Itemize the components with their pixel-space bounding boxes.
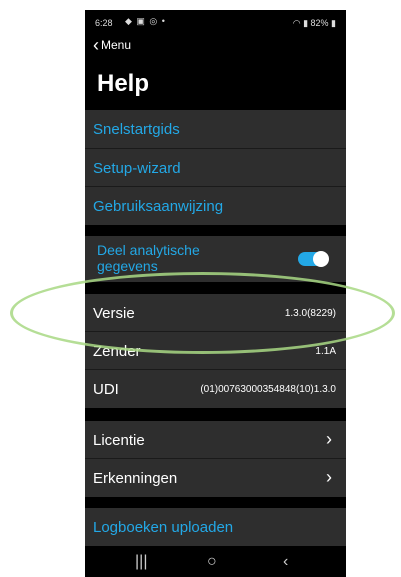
back-button[interactable]: ‹ Menu xyxy=(93,35,132,55)
analytics-toggle[interactable] xyxy=(298,251,329,267)
highlight-ellipse xyxy=(10,272,395,354)
transmitter-value: 1.1A xyxy=(315,346,336,357)
back-label: Menu xyxy=(101,38,132,52)
acknowledgements-label: Erkenningen xyxy=(93,470,178,487)
chevron-right-icon: › xyxy=(326,429,332,449)
license-label: Licentie xyxy=(93,432,145,449)
page-title: Help xyxy=(97,70,150,97)
status-bar: 6:28 ◆ ▣ ◎ • ◠ ▮ 82% ▮ xyxy=(85,10,346,34)
wifi-icon: ◠ ▮ xyxy=(292,18,311,28)
upload-logs-row[interactable]: Logboeken uploaden xyxy=(85,508,346,546)
acknowledgements-row[interactable]: Erkenningen › xyxy=(85,459,346,497)
recents-icon[interactable]: ||| xyxy=(135,553,147,571)
link-user-manual[interactable]: Gebruiksaanwijzing xyxy=(85,187,346,225)
analytics-label: Deel analytische gegevens xyxy=(97,242,200,274)
chevron-left-icon: ‹ xyxy=(93,35,99,55)
back-nav-icon[interactable]: ‹ xyxy=(283,553,288,571)
system-navbar: ||| ○ ‹ xyxy=(85,547,346,577)
toggle-knob xyxy=(313,251,329,267)
notification-icons: ◆ ▣ ◎ • xyxy=(125,16,166,26)
home-icon[interactable]: ○ xyxy=(207,553,217,571)
license-row[interactable]: Licentie › xyxy=(85,421,346,459)
udi-value: (01)00763000354848(10)1.3.0 xyxy=(200,384,336,395)
udi-row: UDI (01)00763000354848(10)1.3.0 xyxy=(85,370,346,408)
battery-level: 82% xyxy=(310,18,329,28)
battery-icon: ▮ xyxy=(328,18,336,28)
battery-indicator: ◠ ▮ 82% ▮ xyxy=(293,18,336,29)
udi-label: UDI xyxy=(93,381,119,398)
link-quickstart[interactable]: Snelstartgids xyxy=(85,110,346,149)
status-time: 6:28 xyxy=(95,18,113,28)
link-label: Setup-wizard xyxy=(93,160,181,177)
upload-logs-label: Logboeken uploaden xyxy=(93,519,234,536)
link-setup-wizard[interactable]: Setup-wizard xyxy=(85,149,346,187)
chevron-right-icon: › xyxy=(326,467,332,487)
link-label: Gebruiksaanwijzing xyxy=(93,198,224,215)
link-label: Snelstartgids xyxy=(93,121,180,138)
